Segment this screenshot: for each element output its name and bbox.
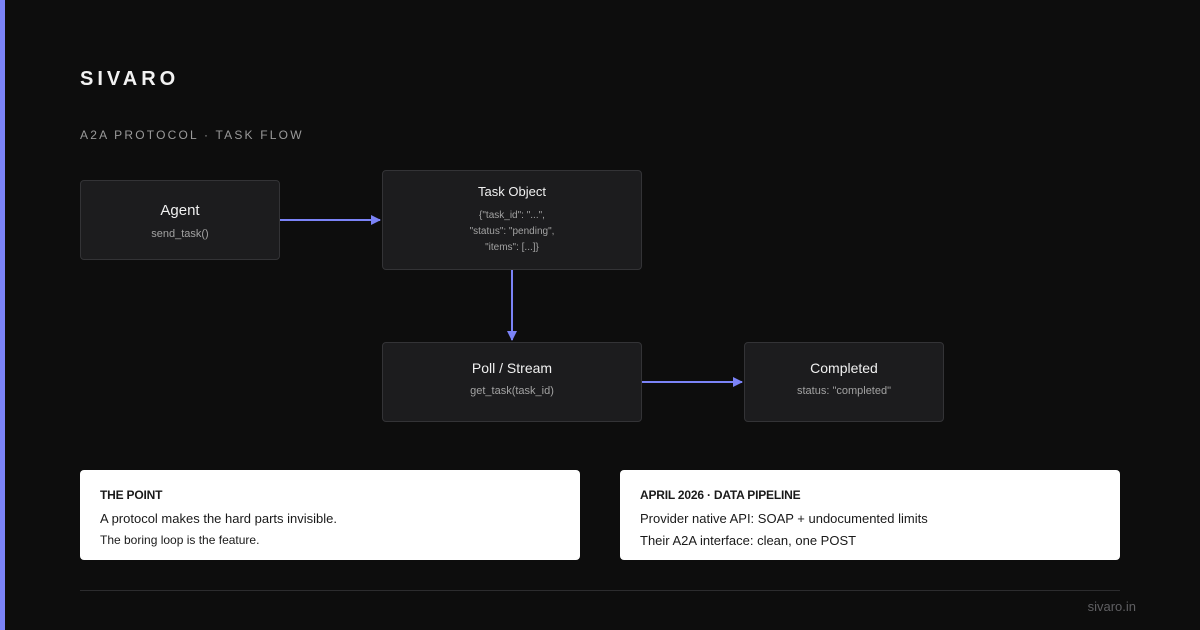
- node-task-object: Task Object {"task_id": "...", "status":…: [382, 170, 642, 270]
- card-heading: THE POINT: [100, 488, 163, 502]
- node-task-code: {"task_id": "...", "status": "pending", …: [383, 208, 641, 256]
- node-agent-title: Agent: [160, 202, 200, 219]
- node-completed: Completed status: "completed": [744, 342, 944, 422]
- node-agent-sub: send_task(): [151, 228, 209, 240]
- card-heading: APRIL 2026 · DATA PIPELINE: [640, 488, 801, 502]
- footer-url: sivaro.in: [1087, 599, 1136, 614]
- node-completed-title: Completed: [810, 360, 878, 376]
- node-agent: Agent send_task(): [80, 180, 280, 260]
- node-poll-stream: Poll / Stream get_task(task_id): [382, 342, 642, 422]
- brand-logo: SIVARO: [80, 68, 180, 90]
- card-data-pipeline: APRIL 2026 · DATA PIPELINE Provider nati…: [620, 470, 1120, 560]
- node-task-code-line: {"task_id": "...",: [479, 210, 545, 221]
- card-text: A protocol makes the hard parts invisibl…: [100, 511, 338, 526]
- page-subtitle: A2A PROTOCOL · TASK FLOW: [80, 128, 304, 142]
- node-task-code-line: "status": "pending",: [469, 226, 555, 237]
- card-text: Their A2A interface: clean, one POST: [640, 533, 857, 548]
- card-text: Provider native API: SOAP + undocumented…: [640, 511, 928, 526]
- node-task-code-line: "items": [...]}: [485, 242, 539, 253]
- node-completed-sub: status: "completed": [796, 385, 892, 397]
- node-task-title: Task Object: [478, 184, 546, 199]
- footer-divider: [80, 590, 1120, 591]
- node-poll-title: Poll / Stream: [471, 360, 553, 376]
- accent-bar: [0, 0, 5, 630]
- card-the-point: THE POINT A protocol makes the hard part…: [80, 470, 580, 560]
- card-text: The boring loop is the feature.: [100, 533, 260, 547]
- node-poll-sub: get_task(task_id): [470, 385, 554, 397]
